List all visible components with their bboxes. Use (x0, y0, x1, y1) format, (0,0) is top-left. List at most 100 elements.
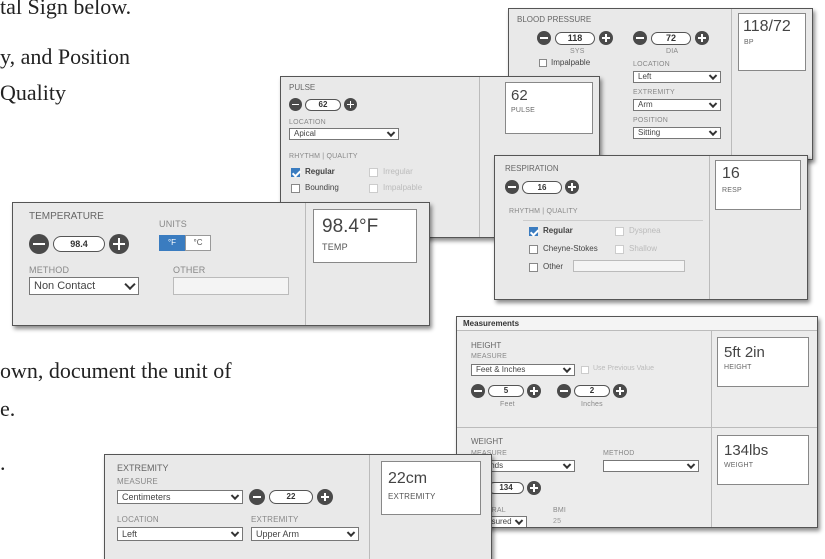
ext-display-label: EXTREMITY (388, 492, 436, 501)
inches-label: Inches (581, 401, 603, 408)
bp-location-select[interactable]: Left (633, 71, 721, 83)
resp-dyspnea-checkbox[interactable] (615, 227, 624, 236)
ext-location-select[interactable]: Left (117, 527, 243, 541)
inches-plus-icon[interactable] (613, 384, 627, 398)
bp-extremity-select[interactable]: Arm (633, 99, 721, 111)
resp-regular-label: Regular (543, 226, 573, 235)
chevron-down-icon (708, 128, 718, 137)
chevron-down-icon (514, 517, 524, 526)
ext-measure-select[interactable]: Centimeters (117, 490, 243, 504)
height-title: HEIGHT (471, 341, 502, 350)
inches-value[interactable]: 2 (574, 385, 610, 397)
pulse-title: PULSE (289, 83, 316, 92)
resp-display-label: RESP (722, 187, 742, 194)
resp-cheyne-label: Cheyne-Stokes (543, 244, 598, 253)
temp-plus-icon[interactable] (109, 234, 129, 254)
sys-value[interactable]: 118 (555, 32, 595, 45)
bp-location-label: LOCATION (633, 61, 670, 68)
sys-plus-icon[interactable] (599, 31, 613, 45)
chevron-down-icon (230, 491, 240, 501)
temp-display-label: TEMP (322, 242, 348, 252)
dia-value[interactable]: 72 (651, 32, 691, 45)
pulse-plus-icon[interactable] (344, 98, 357, 111)
resp-minus-icon[interactable] (505, 180, 519, 194)
resp-shallow-label: Shallow (629, 244, 658, 253)
pulse-minus-icon[interactable] (289, 98, 302, 111)
chevron-down-icon (562, 461, 572, 470)
feet-minus-icon[interactable] (471, 384, 485, 398)
height-measure-select[interactable]: Feet & Inches (471, 364, 575, 376)
weight-title: WEIGHT (471, 437, 503, 446)
weight-plus-icon[interactable] (527, 481, 541, 495)
resp-other-input[interactable] (573, 260, 685, 272)
use-previous-checkbox[interactable] (581, 366, 589, 374)
unit-celsius-button[interactable]: °C (185, 235, 211, 251)
resp-cheyne-checkbox[interactable] (529, 245, 538, 254)
resp-dyspnea-label: Dyspnea (629, 226, 661, 235)
feet-plus-icon[interactable] (527, 384, 541, 398)
ext-extremity-label: EXTREMITY (251, 515, 299, 524)
resp-regular-checkbox[interactable] (529, 227, 538, 236)
chevron-down-icon (346, 528, 356, 538)
bp-position-select[interactable]: Sitting (633, 127, 721, 139)
temperature-panel: TEMPERATURE 98.4 UNITS °F °C METHOD Non … (12, 202, 430, 326)
resp-display-value: 16 (722, 165, 740, 182)
weight-method-select[interactable] (603, 460, 699, 472)
pulse-location-select[interactable]: Apical (289, 128, 399, 140)
divider (369, 455, 370, 559)
temp-other-input[interactable] (173, 277, 289, 295)
pulse-bounding-checkbox[interactable] (291, 184, 300, 193)
weight-display-value: 134lbs (724, 442, 769, 459)
resp-title: RESPIRATION (505, 164, 559, 173)
ext-minus-icon[interactable] (249, 489, 265, 505)
temp-display-box: 98.4°F TEMP (313, 209, 417, 263)
pulse-irregular-checkbox[interactable] (369, 168, 378, 177)
temp-other-label: OTHER (173, 265, 206, 275)
bp-display-box: 118/72 BP (738, 13, 806, 71)
inches-minus-icon[interactable] (557, 384, 571, 398)
temp-display-value: 98.4°F (322, 216, 379, 237)
weight-value[interactable]: 134 (488, 482, 524, 494)
doc-text-line6: . (0, 450, 6, 475)
extremity-panel: EXTREMITY MEASURE Centimeters 22 LOCATIO… (104, 454, 492, 559)
temp-method-select[interactable]: Non Contact (29, 277, 139, 295)
weight-method-label: METHOD (603, 450, 635, 457)
temp-minus-icon[interactable] (29, 234, 49, 254)
pulse-irregular-label: Irregular (383, 167, 413, 176)
dia-plus-icon[interactable] (695, 31, 709, 45)
bp-display-label: BP (744, 39, 754, 46)
resp-value[interactable]: 16 (522, 181, 562, 194)
sys-label: SYS (570, 48, 585, 55)
ext-measure-label: MEASURE (117, 477, 158, 486)
measurements-panel: Measurements HEIGHT MEASURE Feet & Inche… (456, 316, 818, 528)
ext-display-value: 22cm (388, 470, 428, 487)
unit-fahrenheit-button[interactable]: °F (159, 235, 185, 251)
ext-extremity-select[interactable]: Upper Arm (251, 527, 359, 541)
use-previous-label: Use Previous Value (593, 365, 654, 372)
sys-minus-icon[interactable] (537, 31, 551, 45)
resp-plus-icon[interactable] (565, 180, 579, 194)
pulse-display-box: 62 PULSE (505, 82, 593, 134)
temp-value[interactable]: 98.4 (53, 236, 105, 252)
feet-value[interactable]: 5 (488, 385, 524, 397)
pulse-impalpable-checkbox[interactable] (369, 184, 378, 193)
ext-value[interactable]: 22 (269, 490, 313, 504)
impalpable-checkbox[interactable] (539, 59, 547, 67)
pulse-regular-checkbox[interactable] (291, 168, 300, 177)
temp-title: TEMPERATURE (29, 211, 104, 222)
resp-shallow-checkbox[interactable] (615, 245, 624, 254)
weight-display-label: WEIGHT (724, 462, 754, 469)
doc-text-line2: y, and Position (0, 44, 130, 69)
divider (305, 203, 306, 325)
bp-position-label: POSITION (633, 117, 669, 124)
dia-minus-icon[interactable] (633, 31, 647, 45)
weight-display-box: 134lbs WEIGHT (717, 435, 809, 485)
doc-text-line1: tal Sign below. (0, 0, 132, 19)
ext-plus-icon[interactable] (317, 489, 333, 505)
dia-label: DIA (666, 48, 679, 55)
resp-other-checkbox[interactable] (529, 263, 538, 272)
pulse-value[interactable]: 62 (305, 99, 341, 111)
respiration-panel: RESPIRATION 16 RHYTHM | QUALITY Regular … (494, 155, 808, 300)
divider (711, 331, 712, 527)
bmi-label: BMI (553, 507, 567, 514)
